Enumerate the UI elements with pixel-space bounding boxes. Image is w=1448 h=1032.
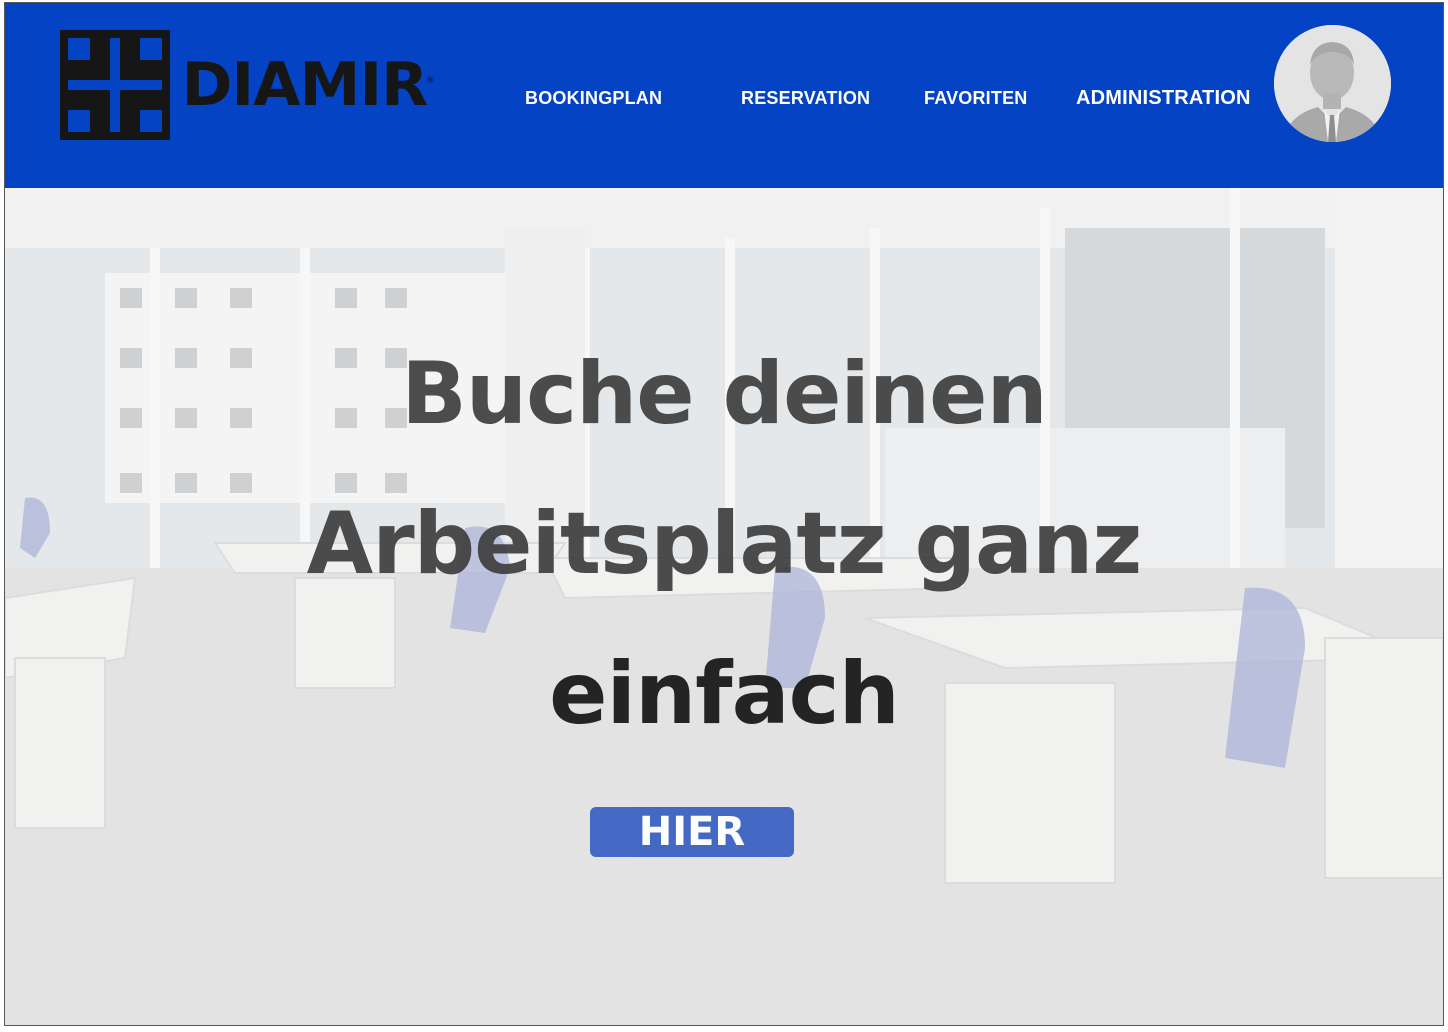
registered-trademark: ® [425,76,435,86]
top-navigation-bar: DIAMIR ® BOOKINGPLAN RESERVATION FAVORITE… [5,3,1443,188]
nav-bookingplan[interactable]: BOOKINGPLAN [525,88,662,109]
nav-reservation[interactable]: RESERVATION [741,88,870,109]
profile-silhouette-icon [1274,25,1391,142]
user-avatar-icon[interactable] [1274,25,1391,142]
booking-cta-button[interactable]: HIER [590,807,794,857]
nav-administration[interactable]: ADMINISTRATION [1076,87,1251,110]
diamir-logo[interactable]: DIAMIR ® [60,30,435,140]
nav-favoriten[interactable]: FAVORITEN [924,88,1027,109]
diamir-logo-mark-icon [60,30,170,140]
app-window: DIAMIR ® BOOKINGPLAN RESERVATION FAVORITE… [4,2,1444,1026]
hero-section: Buche deinen Arbeitsplatz ganz einfach H… [5,188,1443,1025]
hero-headline: Buche deinen Arbeitsplatz ganz einfach [5,319,1443,769]
logo-wordmark: DIAMIR [181,50,429,120]
headline-line-1: Buche deinen [401,344,1047,445]
headline-line-2: Arbeitsplatz ganz [306,494,1143,595]
headline-line-3: einfach [549,644,900,745]
